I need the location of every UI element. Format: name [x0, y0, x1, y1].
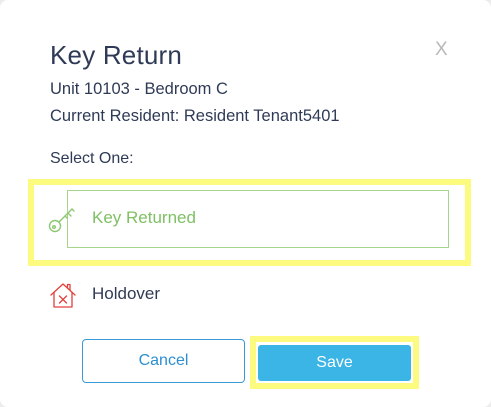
option-holdover[interactable]: Holdover [92, 284, 160, 304]
option-key-returned-label[interactable]: Key Returned [92, 208, 196, 228]
key-return-dialog: Key Return X Unit 10103 - Bedroom C Curr… [0, 0, 491, 407]
cancel-button[interactable]: Cancel [82, 339, 245, 383]
save-button[interactable]: Save [258, 345, 411, 381]
close-icon[interactable]: X [435, 40, 448, 59]
select-one-label: Select One: [50, 150, 134, 167]
current-resident-info: Current Resident: Resident Tenant5401 [50, 107, 340, 125]
dialog-title: Key Return [50, 40, 183, 70]
house-x-icon [50, 283, 76, 308]
key-icon [48, 208, 75, 233]
unit-info: Unit 10103 - Bedroom C [50, 80, 228, 98]
